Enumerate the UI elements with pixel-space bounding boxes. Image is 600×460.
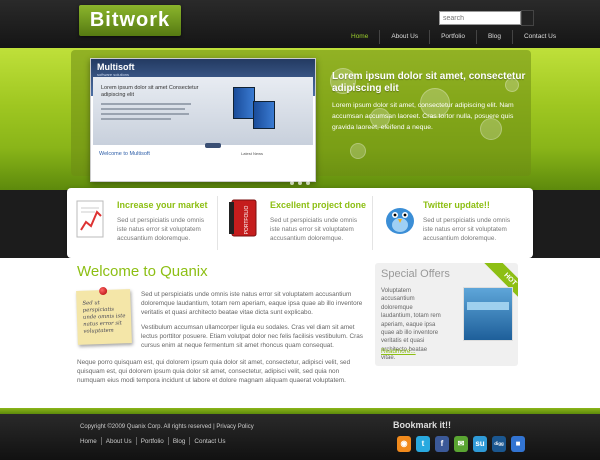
screenshot-news: Latest News: [241, 151, 264, 156]
feature-text: Sed ut perspiciatis unde omnis iste natu…: [270, 217, 358, 242]
welcome-paragraph-1: Sed ut perspiciatis unde omnis iste natu…: [141, 291, 363, 316]
chat-icon[interactable]: ✉: [454, 436, 468, 452]
nav-portfolio[interactable]: Portfolio: [430, 30, 476, 44]
features-bar: Increase your market Sed ut perspiciatis…: [67, 188, 533, 258]
site-logo[interactable]: Bitwork: [79, 5, 181, 36]
special-offers-title: Special Offers: [381, 268, 450, 280]
pushpin-icon: [98, 286, 108, 296]
screenshot-welcome: Welcome to Multisoft: [99, 151, 150, 157]
sticky-note: Sed ut perspiciatis unde omnis iste natu…: [76, 286, 132, 345]
facebook-icon[interactable]: f: [435, 436, 449, 452]
twitter-bird-icon: [386, 208, 414, 234]
screenshot-text-line: [101, 118, 171, 120]
chart-document-icon: [76, 200, 104, 238]
screenshot-readmore: [205, 143, 221, 148]
footer-link-portfolio[interactable]: Portfolio: [137, 438, 168, 445]
screenshot-text-line: [101, 108, 185, 110]
offer-thumbnail[interactable]: [463, 287, 513, 341]
screenshot-banner-title: Lorem ipsum dolor sit amet Consectetur a…: [101, 85, 199, 98]
software-box-image: [253, 101, 275, 129]
thumbnail-banner: [467, 302, 509, 310]
slider-dot[interactable]: [290, 181, 294, 185]
nav-contact[interactable]: Contact Us: [513, 30, 567, 44]
feature-divider: [217, 196, 218, 250]
screenshot-logo: Multisoft: [97, 62, 135, 72]
portfolio-binder-icon: PORTFOLIO: [229, 199, 257, 237]
hero-text: Lorem ipsum dolor sit amet, consectetur …: [332, 102, 514, 131]
screenshot-text-line: [101, 103, 191, 105]
footer-link-home[interactable]: Home: [80, 438, 101, 445]
search-input[interactable]: [439, 11, 521, 25]
site-header: Bitwork Home About Us Portfolio Blog Con…: [0, 0, 600, 48]
rss-icon[interactable]: ◉: [397, 436, 411, 452]
slider-dot[interactable]: [298, 181, 302, 185]
twitter-icon[interactable]: t: [416, 436, 430, 452]
stumbleupon-icon[interactable]: su: [473, 436, 487, 452]
footer-nav: Home About Us Portfolio Blog Contact Us: [80, 437, 230, 445]
hero-title: Lorem ipsum dolor sit amet, consectetur …: [332, 71, 526, 94]
nav-about[interactable]: About Us: [380, 30, 429, 44]
footer-link-contact[interactable]: Contact Us: [190, 438, 229, 445]
feature-text: Sed ut perspiciatis unde omnis iste natu…: [117, 217, 205, 242]
bokeh-bubble: [350, 143, 366, 159]
welcome-paragraph-3: Neque porro quisquam est, qui dolorem ip…: [77, 359, 351, 384]
main-nav: Home About Us Portfolio Blog Contact Us: [340, 30, 567, 44]
nav-home[interactable]: Home: [340, 30, 379, 44]
footer-link-blog[interactable]: Blog: [169, 438, 190, 445]
svg-text:PORTFOLIO: PORTFOLIO: [244, 205, 250, 234]
feature-divider: [372, 196, 373, 250]
readmore-link[interactable]: Readmore...: [381, 348, 416, 355]
footer-link-about[interactable]: About Us: [102, 438, 136, 445]
copyright-text: Copyright ©2009 Quanix Corp. All rights …: [80, 424, 254, 430]
search-button[interactable]: [521, 10, 534, 26]
screenshot-text-line: [101, 113, 189, 115]
welcome-title: Welcome to Quanix: [77, 263, 208, 280]
hero-screenshot: Multisoft software solutions Lorem ipsum…: [90, 58, 316, 182]
screenshot-banner: Lorem ipsum dolor sit amet Consectetur a…: [93, 77, 313, 148]
delicious-icon[interactable]: ■: [511, 436, 525, 452]
slider-dot[interactable]: [306, 181, 310, 185]
special-offers-box: Special Offers HOT Voluptatem accusantiu…: [375, 263, 518, 366]
nav-blog[interactable]: Blog: [477, 30, 512, 44]
digg-icon[interactable]: digg: [492, 436, 506, 452]
welcome-paragraph-2: Vestibulum accumsan ullamcorper ligula e…: [141, 324, 363, 349]
bookmark-title: Bookmark it!!: [393, 420, 452, 430]
feature-title: Twitter update!!: [423, 200, 490, 210]
software-box-image: [233, 87, 255, 119]
feature-title: Excellent project done: [270, 200, 367, 210]
feature-text: Sed ut perspiciatis unde omnis iste natu…: [423, 217, 511, 242]
feature-title: Increase your market: [117, 200, 208, 210]
sticky-note-text: Sed ut perspiciatis unde omnis iste natu…: [82, 300, 126, 335]
